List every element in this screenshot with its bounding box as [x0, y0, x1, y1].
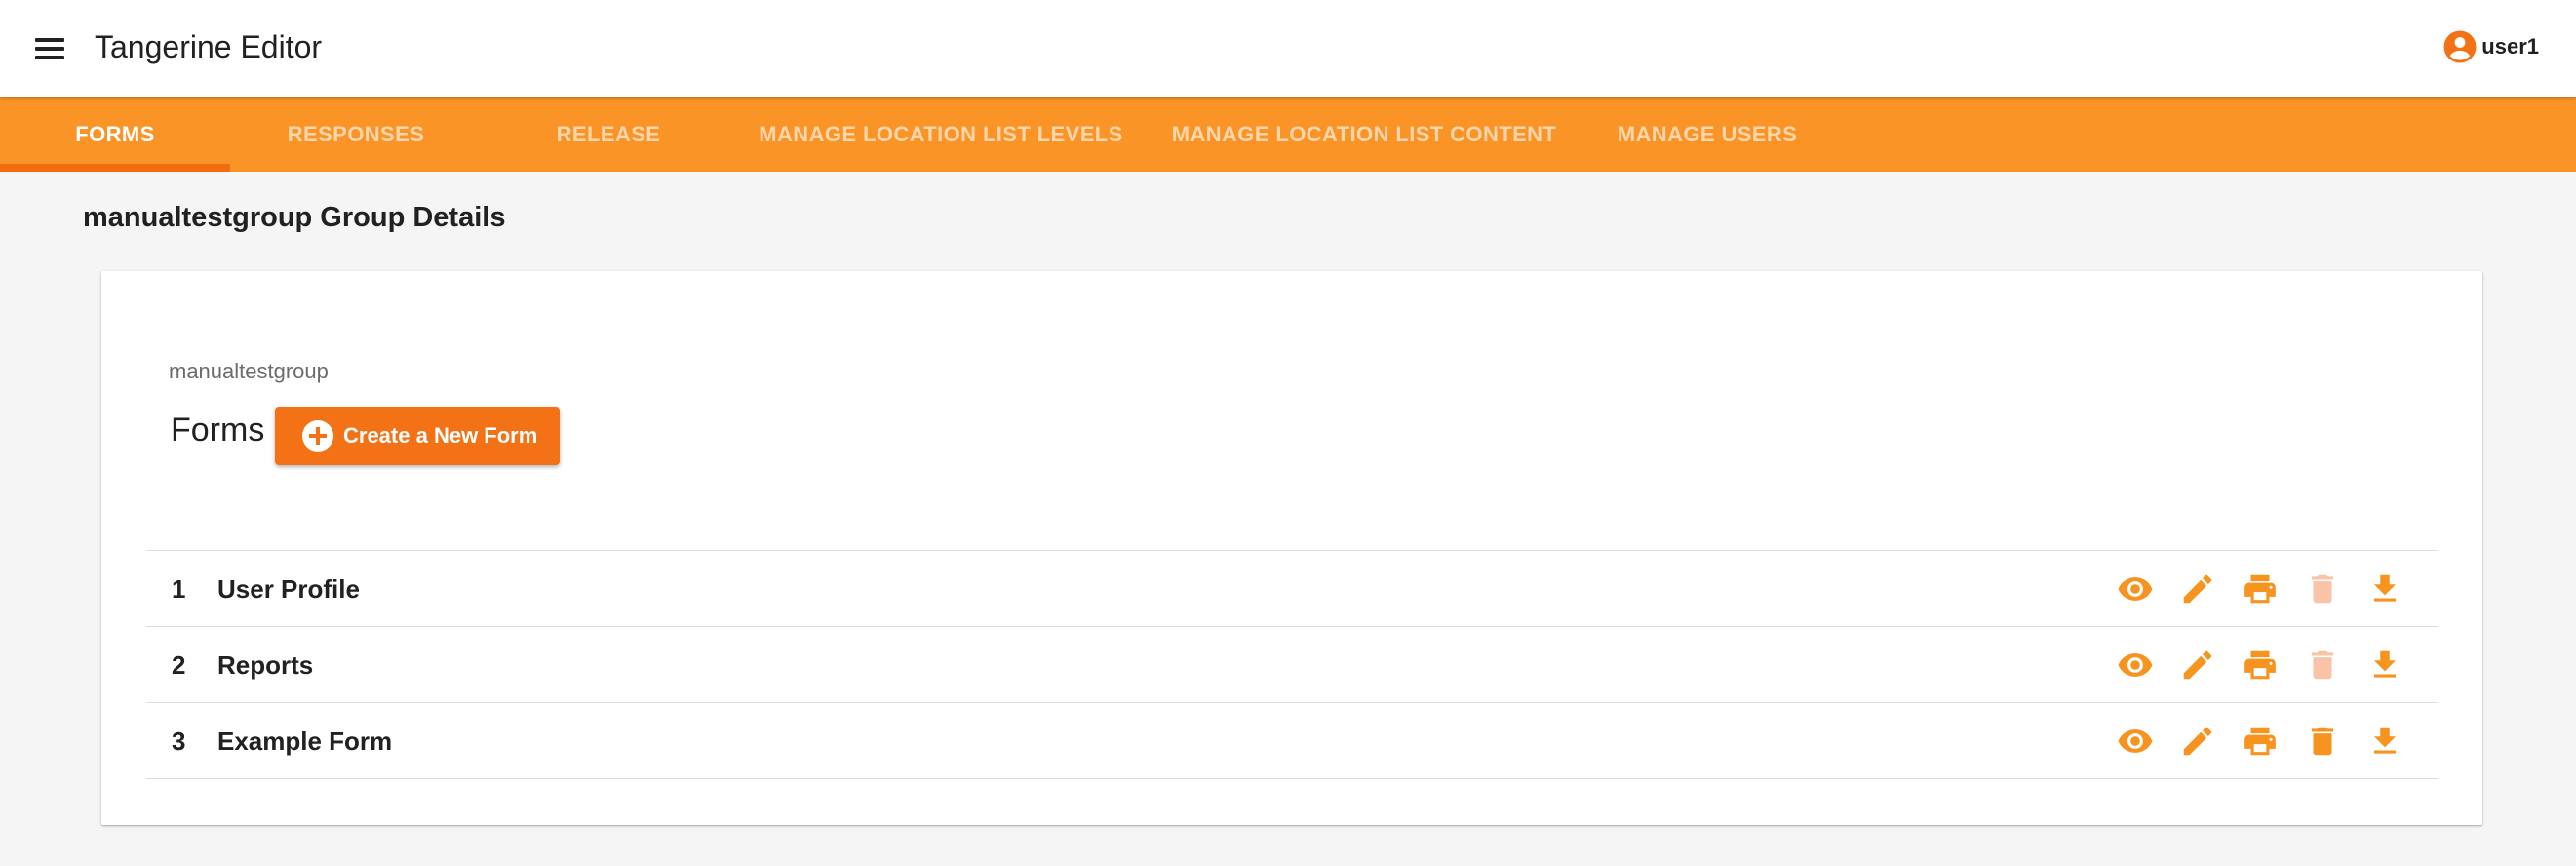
view-icon[interactable]: [2104, 627, 2166, 703]
user-name: user1: [2481, 34, 2539, 59]
forms-list: 1 User Profile 2 Reports 3 Example Form: [146, 550, 2438, 779]
tab-forms[interactable]: FORMS: [0, 97, 230, 172]
forms-heading: Forms: [171, 412, 265, 449]
print-icon[interactable]: [2229, 627, 2291, 703]
app-title: Tangerine Editor: [95, 29, 323, 64]
app-bar: Tangerine Editor user1: [0, 0, 2576, 97]
view-icon[interactable]: [2104, 703, 2166, 779]
page-title: manualtestgroup Group Details: [83, 202, 506, 233]
row-actions: [2104, 627, 2416, 703]
list-item: 2 Reports: [146, 627, 2438, 703]
form-number: 2: [172, 650, 186, 680]
row-actions: [2104, 703, 2416, 779]
edit-icon[interactable]: [2166, 627, 2229, 703]
delete-icon[interactable]: [2291, 551, 2354, 627]
list-item: 1 User Profile: [146, 551, 2438, 627]
active-tab-indicator: [0, 164, 230, 172]
group-name-label: manualtestgroup: [169, 359, 329, 383]
list-item: 3 Example Form: [146, 703, 2438, 779]
create-new-form-button[interactable]: Create a New Form: [275, 407, 560, 465]
tab-bar: FORMS RESPONSES RELEASE MANAGE LOCATION …: [0, 97, 2576, 172]
delete-icon[interactable]: [2291, 703, 2354, 779]
tab-manage-location-list-levels[interactable]: MANAGE LOCATION LIST LEVELS: [735, 97, 1147, 172]
account-circle-icon: [2443, 30, 2477, 63]
tab-manage-users[interactable]: MANAGE USERS: [1581, 97, 1833, 172]
add-circle-icon: [302, 420, 333, 452]
row-actions: [2104, 551, 2416, 627]
menu-icon[interactable]: [27, 29, 72, 68]
tab-manage-location-list-content[interactable]: MANAGE LOCATION LIST CONTENT: [1147, 97, 1581, 172]
download-icon[interactable]: [2354, 551, 2416, 627]
view-icon[interactable]: [2104, 551, 2166, 627]
print-icon[interactable]: [2229, 703, 2291, 779]
tab-release[interactable]: RELEASE: [482, 97, 735, 172]
create-new-form-label: Create a New Form: [343, 423, 538, 448]
form-title[interactable]: Reports: [217, 627, 313, 703]
edit-icon[interactable]: [2166, 703, 2229, 779]
form-title[interactable]: User Profile: [217, 551, 360, 627]
edit-icon[interactable]: [2166, 551, 2229, 627]
form-number: 3: [172, 727, 186, 756]
user-menu[interactable]: user1: [2442, 29, 2539, 64]
group-details-card: manualtestgroup Forms Create a New Form …: [101, 271, 2482, 825]
form-number: 1: [172, 574, 186, 604]
print-icon[interactable]: [2229, 551, 2291, 627]
download-icon[interactable]: [2354, 703, 2416, 779]
tab-responses[interactable]: RESPONSES: [230, 97, 482, 172]
download-icon[interactable]: [2354, 627, 2416, 703]
delete-icon[interactable]: [2291, 627, 2354, 703]
form-title[interactable]: Example Form: [217, 703, 392, 779]
